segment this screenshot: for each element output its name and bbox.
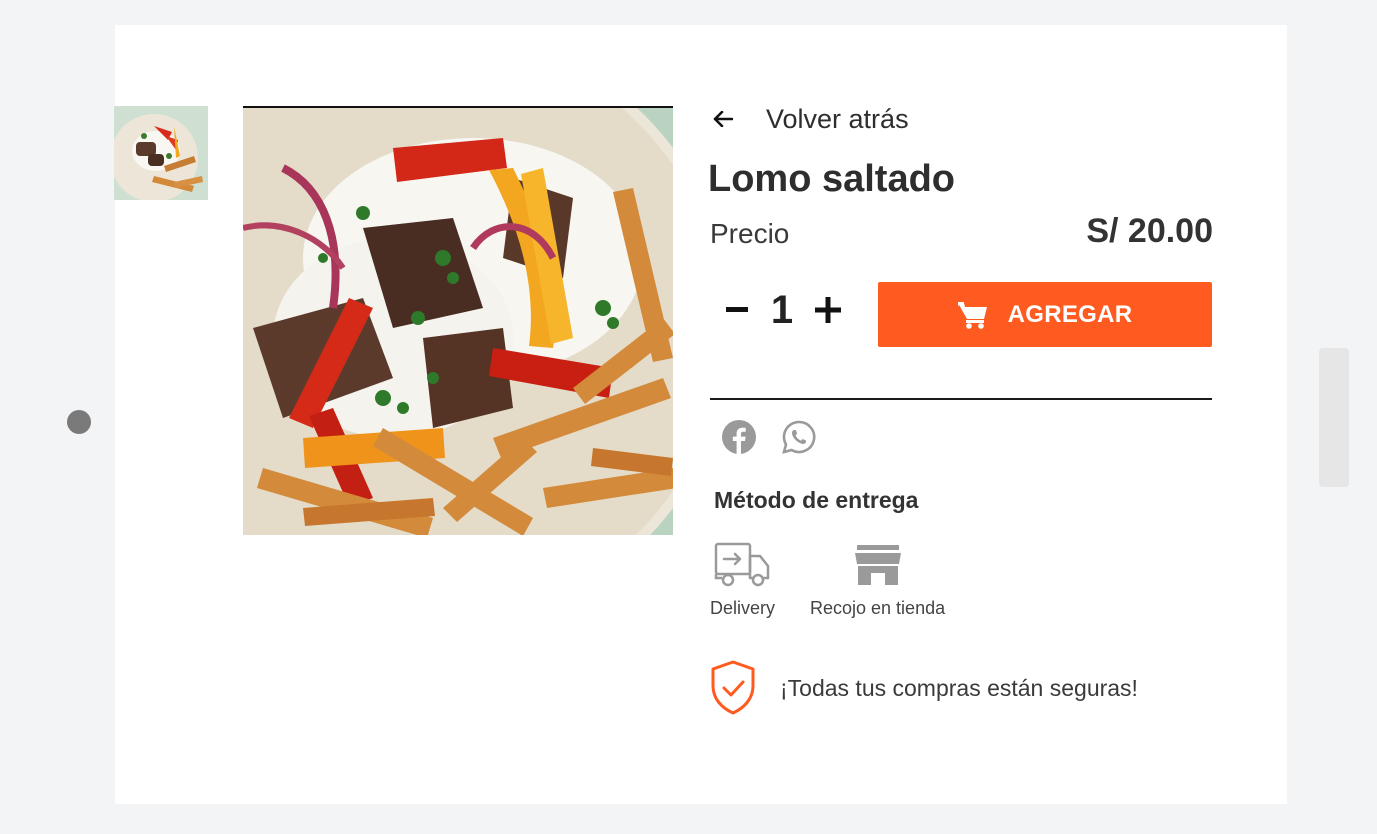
back-link[interactable]: Volver atrás	[712, 100, 909, 138]
quantity-value: 1	[770, 288, 794, 332]
arrow-left-icon	[712, 108, 734, 130]
facebook-icon[interactable]	[722, 420, 756, 454]
secure-purchase-text: ¡Todas tus compras están seguras!	[780, 674, 1138, 701]
add-to-cart-button[interactable]: AGREGAR	[878, 282, 1212, 347]
shield-check-icon	[710, 660, 756, 716]
scrollbar-thumb[interactable]	[1319, 348, 1349, 487]
price-value: S/ 20.00	[1086, 212, 1213, 250]
product-main-image	[243, 106, 673, 535]
carousel-dot[interactable]	[67, 410, 91, 434]
store-icon	[849, 542, 907, 588]
cart-icon	[957, 301, 988, 329]
product-thumbnail[interactable]	[114, 106, 208, 200]
share-links	[722, 420, 816, 454]
price-label: Precio	[710, 218, 790, 249]
whatsapp-icon[interactable]	[782, 420, 816, 454]
delivery-option-label: Delivery	[710, 598, 776, 618]
secure-purchase-notice: ¡Todas tus compras están seguras!	[710, 660, 1138, 716]
section-divider	[710, 398, 1212, 400]
delivery-option[interactable]: Delivery	[710, 542, 775, 619]
add-button-label: AGREGAR	[1007, 300, 1133, 328]
delivery-method-title: Método de entrega	[714, 487, 919, 513]
quantity-increase-button[interactable]	[812, 288, 844, 332]
pickup-option-label: Recojo en tienda	[810, 598, 946, 618]
quantity-decrease-button[interactable]	[722, 288, 752, 332]
back-label: Volver atrás	[766, 103, 909, 134]
product-title: Lomo saltado	[708, 158, 956, 200]
delivery-truck-icon	[714, 542, 772, 588]
pickup-option[interactable]: Recojo en tienda	[810, 542, 945, 619]
